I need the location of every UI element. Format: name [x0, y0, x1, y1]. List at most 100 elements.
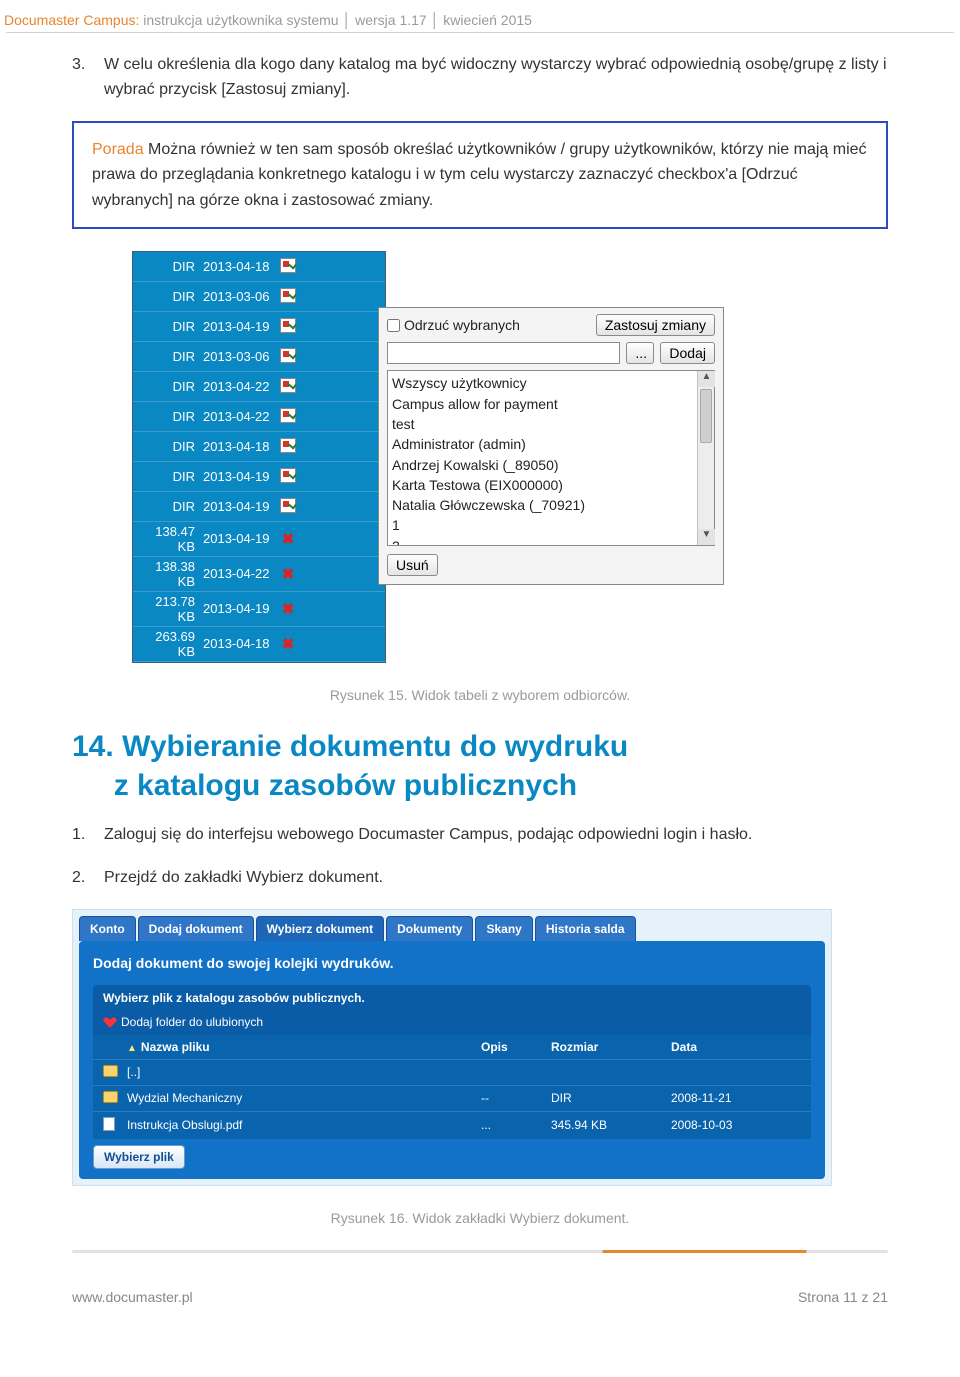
- delete-icon[interactable]: ✖: [282, 531, 295, 548]
- apply-button[interactable]: Zastosuj zmiany: [596, 314, 715, 336]
- edit-icon-cell[interactable]: [277, 258, 299, 276]
- list-item[interactable]: Administrator (admin): [392, 434, 693, 454]
- edit-icon-cell[interactable]: [277, 468, 299, 486]
- delete-icon[interactable]: ✖: [282, 601, 295, 618]
- edit-icon-cell[interactable]: [277, 438, 299, 456]
- scroll-thumb[interactable]: [700, 389, 712, 443]
- folder-icon: [103, 1091, 118, 1103]
- header-rest: instrukcja użytkownika systemu │ wersja …: [143, 12, 532, 28]
- list-number: 3.: [72, 53, 104, 103]
- delete-icon-cell[interactable]: ✖: [277, 600, 299, 618]
- edit-icon[interactable]: [280, 348, 296, 363]
- search-input[interactable]: [387, 342, 620, 364]
- panel-title: Dodaj dokument do swojej kolejki wydrukó…: [93, 955, 811, 971]
- add-button[interactable]: Dodaj: [660, 342, 715, 364]
- list-item[interactable]: Karta Testowa (EIX000000): [392, 475, 693, 495]
- page-footer: www.documaster.pl Strona 11 z 21: [0, 1281, 960, 1323]
- footer-page: Strona 11 z 21: [798, 1289, 888, 1305]
- file-desc: --: [481, 1091, 551, 1105]
- tab-skany[interactable]: Skany: [475, 916, 532, 941]
- scrollbar[interactable]: ▲ ▼: [697, 371, 714, 545]
- edit-icon[interactable]: [280, 468, 296, 483]
- delete-icon[interactable]: ✖: [282, 566, 295, 583]
- list-item[interactable]: test: [392, 414, 693, 434]
- file-icon: [103, 1117, 115, 1131]
- list-number: 2.: [72, 866, 104, 891]
- edit-icon[interactable]: [280, 438, 296, 453]
- users-listbox[interactable]: Wszyscy użytkownicyCampus allow for paym…: [387, 370, 715, 546]
- date-cell: 2013-04-19: [203, 320, 277, 334]
- edit-icon[interactable]: [280, 288, 296, 303]
- scroll-down-icon[interactable]: ▼: [698, 529, 715, 545]
- scroll-up-icon[interactable]: ▲: [698, 371, 715, 387]
- delete-icon-cell[interactable]: ✖: [277, 635, 299, 653]
- add-favorite-label: Dodaj folder do ulubionych: [121, 1015, 263, 1029]
- tab-konto[interactable]: Konto: [79, 916, 136, 941]
- date-cell: 2013-04-22: [203, 380, 277, 394]
- col-name[interactable]: Nazwa pliku: [141, 1040, 210, 1054]
- size-cell: DIR: [139, 289, 203, 304]
- heading-number: 14.: [72, 730, 114, 763]
- col-size[interactable]: Rozmiar: [551, 1040, 671, 1054]
- remove-button[interactable]: Usuń: [387, 554, 438, 576]
- reject-checkbox[interactable]: [387, 319, 400, 332]
- table-row[interactable]: Wydzial Mechaniczny--DIR2008-11-21: [93, 1085, 811, 1111]
- row-icon: [103, 1091, 127, 1106]
- heart-icon: [103, 1016, 117, 1028]
- delete-icon-cell[interactable]: ✖: [277, 565, 299, 583]
- table-row[interactable]: [..]: [93, 1059, 811, 1085]
- delete-icon[interactable]: ✖: [282, 636, 295, 653]
- edit-icon-cell[interactable]: [277, 318, 299, 336]
- edit-icon-cell[interactable]: [277, 348, 299, 366]
- list-item[interactable]: Wszyscy użytkownicy: [392, 373, 693, 393]
- edit-icon[interactable]: [280, 318, 296, 333]
- table-header: ▲ Nazwa pliku Opis Rozmiar Data: [93, 1035, 811, 1059]
- file-desc: ...: [481, 1118, 551, 1132]
- table-row: DIR2013-04-19: [133, 312, 385, 342]
- list-item[interactable]: 2: [392, 536, 693, 546]
- table-row: DIR2013-04-22: [133, 372, 385, 402]
- size-cell: DIR: [139, 349, 203, 364]
- size-cell: 213.78 KB: [139, 594, 203, 624]
- tab-dodaj-dokument[interactable]: Dodaj dokument: [138, 916, 254, 941]
- table-row[interactable]: Instrukcja Obslugi.pdf...345.94 KB2008-1…: [93, 1111, 811, 1139]
- table-row: 213.78 KB2013-04-19✖: [133, 592, 385, 627]
- list-item[interactable]: Andrzej Kowalski (_89050): [392, 455, 693, 475]
- delete-icon-cell[interactable]: ✖: [277, 530, 299, 548]
- tab-wybierz-dokument[interactable]: Wybierz dokument: [256, 916, 384, 941]
- browse-button[interactable]: ...: [626, 342, 654, 364]
- date-cell: 2013-04-18: [203, 440, 277, 454]
- edit-icon-cell[interactable]: [277, 288, 299, 306]
- add-favorite-link[interactable]: Dodaj folder do ulubionych: [93, 1011, 811, 1035]
- edit-icon-cell[interactable]: [277, 408, 299, 426]
- sort-icon[interactable]: ▲: [127, 1043, 137, 1054]
- recipients-popup: Odrzuć wybranych Zastosuj zmiany ... Dod…: [378, 307, 724, 585]
- table-row: DIR2013-04-18: [133, 432, 385, 462]
- col-desc[interactable]: Opis: [481, 1040, 551, 1054]
- list-item[interactable]: Campus allow for payment: [392, 394, 693, 414]
- panel-subtitle: Wybierz plik z katalogu zasobów publiczn…: [93, 985, 811, 1011]
- edit-icon[interactable]: [280, 408, 296, 423]
- footer-url: www.documaster.pl: [72, 1289, 193, 1305]
- edit-icon[interactable]: [280, 378, 296, 393]
- figure-15: DIR2013-04-18DIR2013-03-06DIR2013-04-19D…: [132, 251, 742, 663]
- edit-icon[interactable]: [280, 258, 296, 273]
- row-icon: [103, 1117, 127, 1134]
- edit-icon-cell[interactable]: [277, 498, 299, 516]
- tab-historia-salda[interactable]: Historia salda: [535, 916, 636, 941]
- size-cell: DIR: [139, 439, 203, 454]
- choose-file-button[interactable]: Wybierz plik: [93, 1145, 185, 1169]
- edit-icon-cell[interactable]: [277, 378, 299, 396]
- advice-text: Można również w ten sam sposób określać …: [92, 141, 867, 209]
- product-name: Documaster Campus:: [4, 12, 139, 28]
- tab-dokumenty[interactable]: Dokumenty: [386, 916, 473, 941]
- edit-icon[interactable]: [280, 498, 296, 513]
- list-item[interactable]: 1: [392, 515, 693, 535]
- size-cell: DIR: [139, 499, 203, 514]
- list-item[interactable]: Natalia Główczewska (_70921): [392, 495, 693, 515]
- date-cell: 2013-04-22: [203, 567, 277, 581]
- col-date[interactable]: Data: [671, 1040, 801, 1054]
- reject-label: Odrzuć wybranych: [404, 317, 596, 333]
- date-cell: 2013-04-19: [203, 532, 277, 546]
- file-size: DIR: [551, 1091, 671, 1105]
